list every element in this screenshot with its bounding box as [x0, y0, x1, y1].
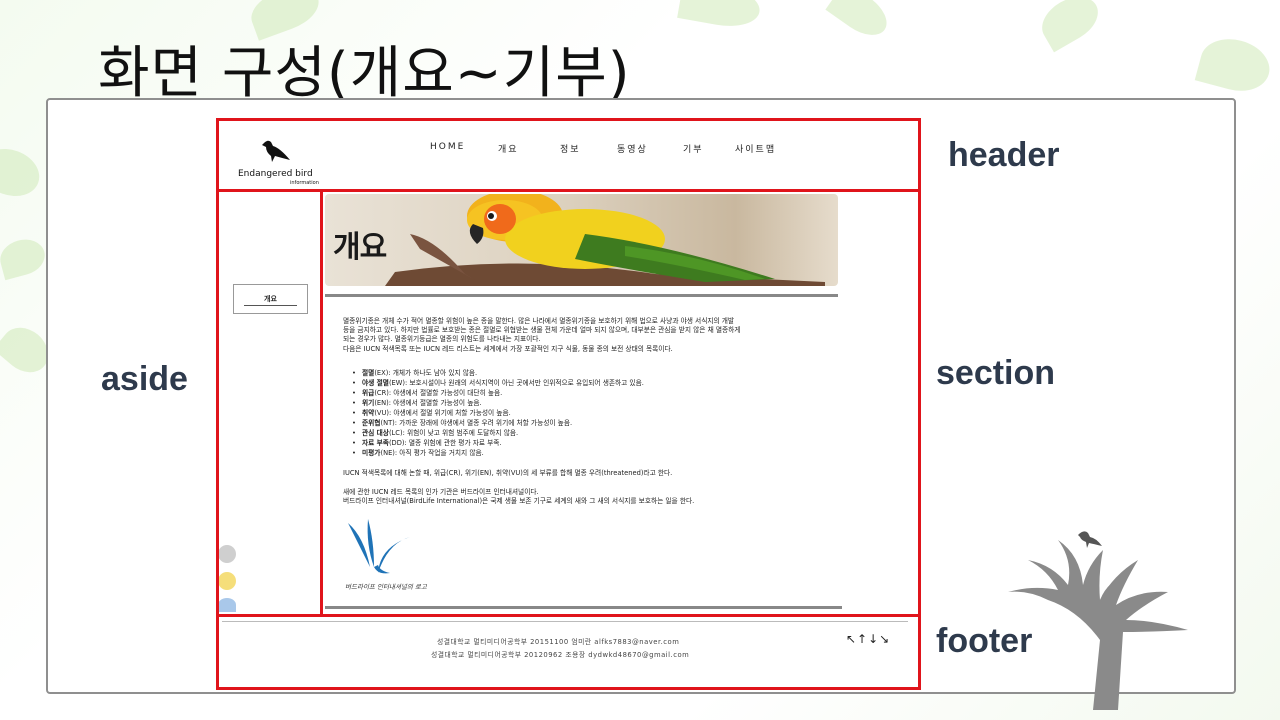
leaf-decoration	[825, 0, 895, 45]
leaf-decoration	[0, 234, 49, 281]
header-region-box	[216, 118, 921, 192]
header-label: header	[948, 136, 1060, 174]
aside-label: aside	[101, 360, 188, 398]
slide-title: 화면 구성(개요~기부)	[98, 41, 631, 106]
aside-region-box	[216, 189, 323, 617]
tree-illustration	[1008, 531, 1188, 710]
section-label: section	[936, 354, 1056, 392]
leaf-decoration	[1194, 31, 1276, 99]
leaf-decoration	[1034, 0, 1106, 53]
section-region-box	[320, 189, 921, 617]
leaf-decoration	[0, 141, 46, 204]
leaf-decoration	[677, 0, 763, 32]
footer-region-box	[216, 614, 921, 690]
